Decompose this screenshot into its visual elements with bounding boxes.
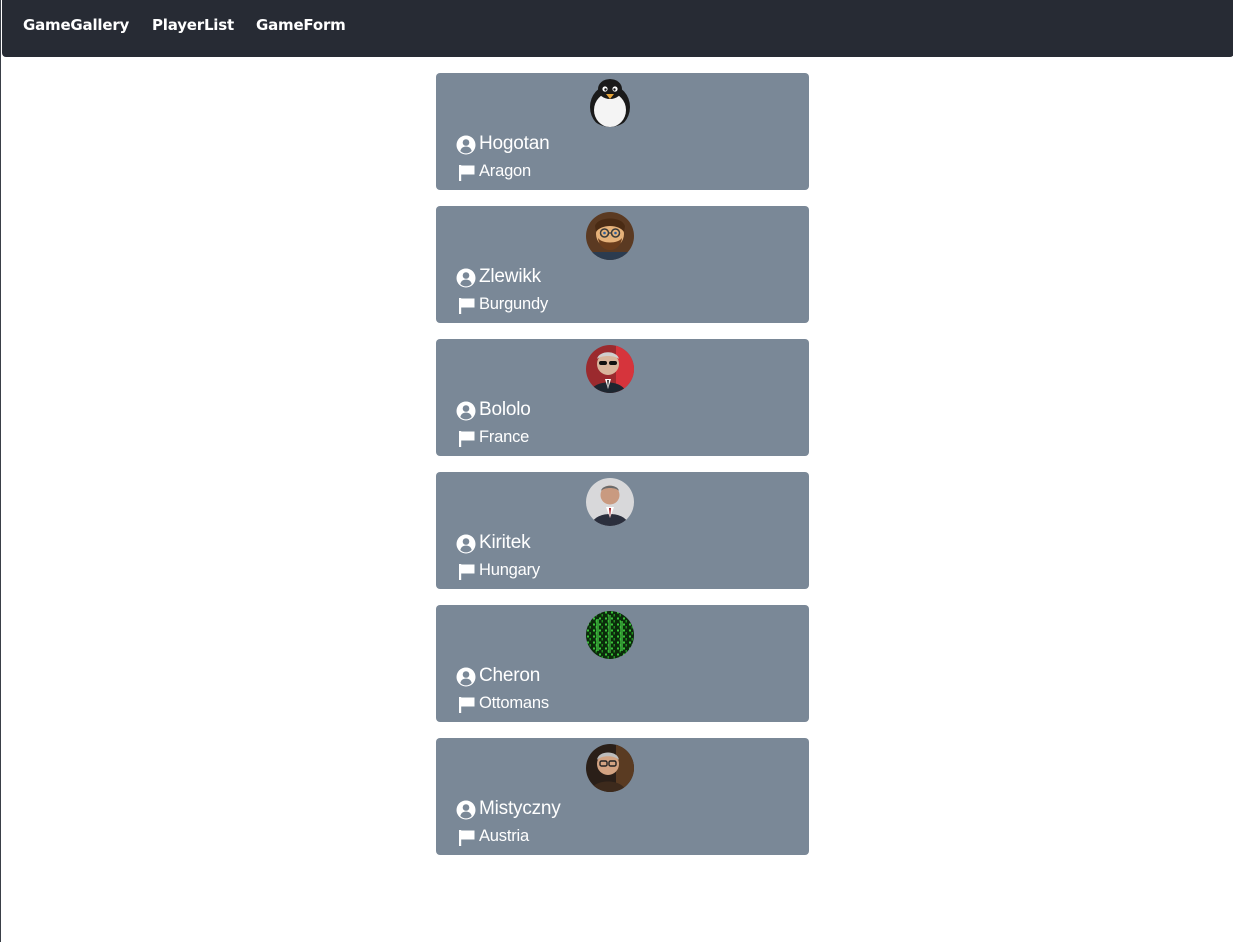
user-circle-icon (456, 667, 476, 687)
flag-icon (459, 430, 475, 447)
player-country: Ottomans (479, 694, 549, 712)
flag-icon (459, 297, 475, 314)
flag-icon (459, 696, 475, 713)
player-country-row: Austria (456, 826, 529, 846)
flag-icon (459, 563, 475, 580)
player-card[interactable]: Hogotan Aragon (436, 73, 809, 190)
player-name-row: Mistyczny (456, 798, 561, 820)
player-country: Hungary (479, 561, 540, 579)
player-country-row: France (456, 427, 529, 447)
sunglasses-man-avatar (586, 345, 634, 393)
player-card[interactable]: Mistyczny Austria (436, 738, 809, 855)
player-country: Austria (479, 827, 529, 845)
player-country: Aragon (479, 162, 532, 180)
penguin-avatar (586, 79, 634, 127)
player-card[interactable]: Bololo France (436, 339, 809, 456)
flag-icon (459, 164, 475, 181)
player-name: Mistyczny (479, 798, 561, 819)
nav-link-game-form[interactable]: GameForm (256, 16, 346, 34)
player-country-row: Burgundy (456, 294, 548, 314)
user-circle-icon (456, 800, 476, 820)
player-name-row: Zlewikk (456, 266, 541, 288)
green-matrix-avatar (586, 611, 634, 659)
player-name-row: Hogotan (456, 133, 550, 155)
glasses-man-avatar (586, 744, 634, 792)
user-circle-icon (456, 534, 476, 554)
user-circle-icon (456, 401, 476, 421)
user-circle-icon (456, 268, 476, 288)
player-country-row: Aragon (456, 161, 531, 181)
nav-link-game-gallery[interactable]: GameGallery (23, 16, 129, 34)
player-card[interactable]: Zlewikk Burgundy (436, 206, 809, 323)
app-window: GameGallery PlayerList GameForm Hogotan … (0, 0, 1233, 942)
player-name: Hogotan (479, 133, 550, 154)
player-card[interactable]: Kiritek Hungary (436, 472, 809, 589)
player-country-row: Ottomans (456, 693, 549, 713)
player-country-row: Hungary (456, 560, 540, 580)
player-name: Zlewikk (479, 266, 541, 287)
top-navbar: GameGallery PlayerList GameForm (2, 0, 1233, 57)
player-name-row: Kiritek (456, 532, 531, 554)
bearded-cartoon-avatar (586, 212, 634, 260)
player-country: France (479, 428, 530, 446)
player-name-row: Bololo (456, 399, 531, 421)
player-name: Bololo (479, 399, 531, 420)
player-list: Hogotan Aragon Zlewikk Burgundy Bololo F… (436, 73, 809, 871)
nav-link-player-list[interactable]: PlayerList (152, 16, 234, 34)
player-name: Kiritek (479, 532, 531, 553)
flag-icon (459, 829, 475, 846)
suited-man-avatar (586, 478, 634, 526)
player-country: Burgundy (479, 295, 549, 313)
player-card[interactable]: Cheron Ottomans (436, 605, 809, 722)
user-circle-icon (456, 135, 476, 155)
player-name-row: Cheron (456, 665, 540, 687)
player-name: Cheron (479, 665, 541, 686)
